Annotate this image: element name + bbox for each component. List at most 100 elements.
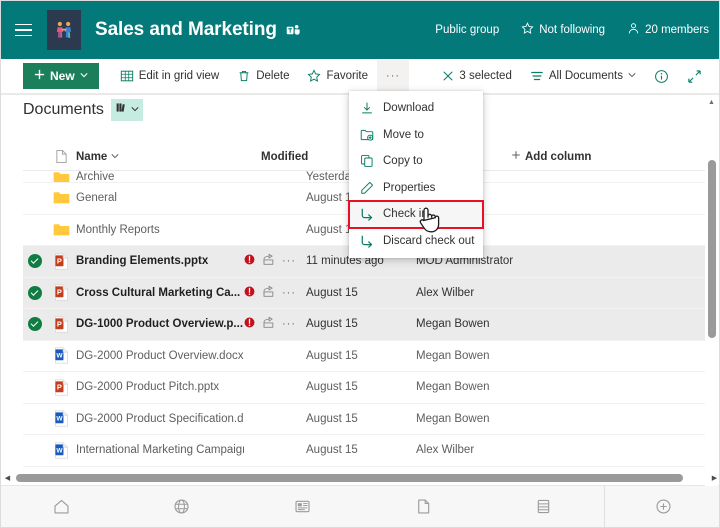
plus-icon: [511, 150, 521, 163]
modified-label: August 15: [306, 286, 358, 299]
modified-by-label: Megan Bowen: [416, 318, 490, 331]
add-column-button[interactable]: Add column: [511, 150, 591, 163]
file-name-label[interactable]: DG-2000 Product Specification.docx: [76, 413, 244, 425]
more-options-button[interactable]: ···: [377, 60, 410, 92]
menu-item-label: Discard check out: [383, 234, 475, 247]
hamburger-menu-icon[interactable]: [5, 1, 41, 59]
chevron-down-icon: [80, 71, 88, 81]
new-button[interactable]: New: [23, 63, 99, 89]
library-view-badge[interactable]: [110, 99, 143, 121]
scroll-left-arrow-icon[interactable]: ◀: [1, 471, 14, 485]
share-icon[interactable]: [262, 316, 275, 332]
menu-item-properties[interactable]: Properties: [349, 175, 483, 202]
ellipsis-icon: ···: [386, 70, 401, 82]
row-selected-check-icon: [27, 285, 42, 300]
modified-by-label: Alex Wilber: [416, 444, 475, 457]
row-more-options-icon[interactable]: ···: [282, 318, 296, 330]
file-name-label[interactable]: DG-1000 Product Overview.p...: [76, 318, 244, 330]
close-x-icon: [442, 70, 454, 82]
row-select-checkbox[interactable]: [23, 254, 46, 269]
modified-by-label: Alex Wilber: [416, 286, 475, 299]
column-header-name[interactable]: Name: [76, 151, 261, 163]
horizontal-scroll-thumb[interactable]: [16, 474, 683, 482]
vertical-scroll-thumb[interactable]: [707, 160, 716, 338]
share-icon[interactable]: [262, 253, 275, 269]
row-more-options-icon[interactable]: ···: [282, 287, 296, 299]
person-icon: [627, 22, 640, 38]
folder-icon: [46, 171, 76, 182]
vertical-scroll-track[interactable]: [705, 108, 718, 474]
row-selected-check-icon: [27, 254, 42, 269]
list-icon[interactable]: [483, 486, 604, 528]
command-bar-right: 3 selected All Documents: [433, 60, 719, 92]
powerpoint-icon: P: [46, 284, 76, 301]
row-more-options-icon[interactable]: ···: [282, 255, 296, 267]
plus-circle-icon[interactable]: [605, 497, 719, 516]
menu-item-discard-check-out[interactable]: Discard check out: [349, 228, 483, 255]
menu-item-check-in[interactable]: Check in: [348, 200, 484, 229]
edit-in-grid-view-button[interactable]: Edit in grid view: [111, 60, 229, 92]
privacy-label: Public group: [435, 24, 499, 36]
menu-item-copy-to[interactable]: Copy to: [349, 148, 483, 175]
bottom-nav-items: [1, 486, 604, 528]
view-selector-button[interactable]: All Documents: [521, 60, 645, 92]
news-icon[interactable]: [242, 486, 363, 528]
expand-view-button[interactable]: [678, 60, 711, 92]
powerpoint-icon: P: [46, 316, 76, 333]
favorite-button[interactable]: Favorite: [298, 60, 377, 92]
checked-out-icon: [244, 317, 255, 331]
site-title: Sales and Marketing: [95, 19, 277, 40]
menu-item-download[interactable]: Download: [349, 95, 483, 122]
menu-item-label: Move to: [383, 128, 424, 141]
row-select-checkbox[interactable]: [23, 285, 46, 300]
svg-text:P: P: [56, 319, 61, 328]
delete-button[interactable]: Delete: [228, 60, 298, 92]
file-name-label[interactable]: Monthly Reports: [76, 224, 244, 236]
horizontal-scrollbar[interactable]: ◀ ▶: [1, 471, 719, 485]
clear-selection-button[interactable]: 3 selected: [433, 60, 520, 92]
chevron-down-icon: [131, 105, 139, 115]
vertical-scrollbar[interactable]: ▲ ▼: [705, 96, 718, 486]
table-row[interactable]: P DG-1000 Product Overview.p... ··· August …: [23, 309, 705, 341]
microsoft-teams-icon[interactable]: [286, 23, 301, 38]
modified-by-label: Megan Bowen: [416, 381, 490, 394]
table-row[interactable]: W DG-2000 Product Overview.docx August 15 M…: [23, 341, 705, 372]
svg-text:P: P: [56, 382, 61, 391]
globe-icon[interactable]: [122, 486, 243, 528]
table-row[interactable]: P Cross Cultural Marketing Ca... ··· August…: [23, 277, 705, 309]
checked-out-icon: [244, 254, 255, 268]
table-row[interactable]: P DG-2000 Product Pitch.pptx August 15 Mega…: [23, 372, 705, 404]
menu-item-label: Properties: [383, 181, 436, 194]
file-name-label[interactable]: Cross Cultural Marketing Ca...: [76, 287, 244, 299]
modified-label: August 15: [306, 318, 358, 331]
powerpoint-icon: P: [46, 379, 76, 396]
file-name-label[interactable]: General: [76, 192, 244, 204]
follow-button[interactable]: Not following: [521, 22, 605, 38]
modified-label: August 15: [306, 381, 358, 394]
modified-label: August 15: [306, 349, 358, 362]
info-circle-icon: [654, 69, 669, 84]
scroll-up-arrow-icon[interactable]: ▲: [705, 96, 718, 108]
library-title-row: Documents: [23, 99, 143, 121]
home-icon[interactable]: [1, 486, 122, 528]
members-button[interactable]: 20 members: [627, 22, 709, 38]
file-name-label[interactable]: Branding Elements.pptx: [76, 255, 244, 267]
scroll-right-arrow-icon[interactable]: ▶: [708, 471, 719, 485]
table-row[interactable]: W International Marketing Campaigns.docx A…: [23, 435, 705, 467]
file-name-label[interactable]: DG-2000 Product Pitch.pptx: [76, 381, 244, 393]
table-row[interactable]: W DG-2000 Product Specification.docx Augus…: [23, 404, 705, 435]
file-name-label[interactable]: Archive: [76, 171, 244, 182]
horizontal-scroll-track[interactable]: [14, 471, 708, 485]
page-icon[interactable]: [363, 486, 484, 528]
menu-item-move-to[interactable]: Move to: [349, 122, 483, 149]
details-info-button[interactable]: [645, 60, 678, 92]
menu-item-label: Download: [383, 102, 435, 115]
bottom-navigation-bar: [1, 485, 719, 528]
svg-text:W: W: [56, 416, 63, 423]
word-icon: W: [46, 410, 76, 427]
file-name-label[interactable]: International Marketing Campaigns.docx: [76, 444, 244, 456]
column-header-name-label: Name: [76, 150, 108, 163]
file-name-label[interactable]: DG-2000 Product Overview.docx: [76, 350, 244, 362]
row-select-checkbox[interactable]: [23, 317, 46, 332]
share-icon[interactable]: [262, 285, 275, 301]
